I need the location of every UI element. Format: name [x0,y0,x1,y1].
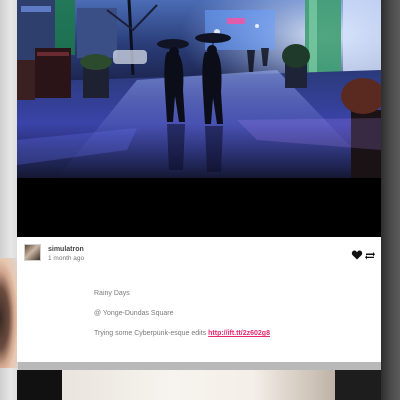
reblog-icon[interactable] [364,248,376,260]
page-background-right [381,0,400,400]
caption-text-line: Trying some Cyberpunk-esque edits http:/… [94,330,270,337]
post-header: simulatron 1 month ago [17,237,381,277]
next-post-preview[interactable] [17,370,381,400]
avatar[interactable] [24,244,41,261]
next-post-image-edge-right [335,370,381,400]
next-post-image [62,370,335,400]
next-post-image-edge-left [17,370,62,400]
post-photo[interactable] [17,0,381,237]
caption-link[interactable]: http://ift.tt/2z602g8 [208,330,270,337]
post-author[interactable]: simulatron [48,246,84,253]
post-timestamp[interactable]: 1 month ago [48,255,84,262]
adjacent-post-image-left [0,258,18,368]
caption-title: Rainy Days [94,290,130,297]
caption-location: @ Yonge-Dundas Square [94,310,174,317]
heart-icon[interactable] [351,248,363,260]
caption-text: Trying some Cyberpunk-esque edits [94,330,207,337]
post-card: simulatron 1 month ago Rainy Days @ Yong… [17,0,381,362]
